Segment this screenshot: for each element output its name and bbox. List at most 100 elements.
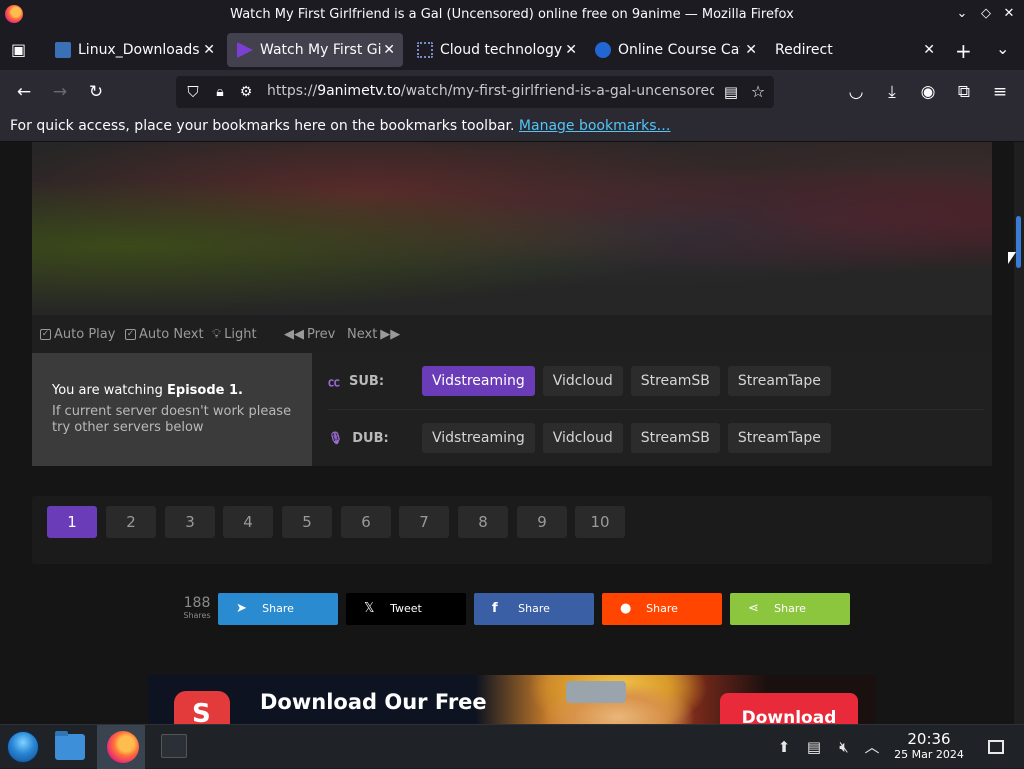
close-tab-icon[interactable]: ✕	[923, 42, 935, 58]
headband-artwork	[566, 681, 626, 703]
close-tab-icon[interactable]: ✕	[203, 42, 215, 58]
dub-server-row: 🎙︎ DUB: Vidstreaming Vidcloud StreamSB St…	[328, 423, 839, 453]
page-scrollbar[interactable]	[1014, 142, 1024, 724]
watching-info: You are watching Episode 1. If current s…	[32, 353, 312, 466]
banner-download-button[interactable]: Download	[720, 693, 858, 724]
pocket-icon[interactable]: ◡	[846, 82, 866, 102]
episode-button[interactable]: 10	[575, 506, 625, 538]
tab-redirect[interactable]: Redirect ✕	[765, 33, 943, 67]
system-clock[interactable]: 20:36 25 Mar 2024	[888, 731, 970, 762]
minimize-button[interactable]: ⌄	[954, 6, 970, 22]
account-icon[interactable]: ◉	[918, 82, 938, 102]
sub-server-vidcloud[interactable]: Vidcloud	[542, 366, 623, 396]
lightbulb-icon: 💡︎	[212, 327, 222, 342]
reddit-share-button[interactable]: ● Share	[602, 593, 722, 625]
scrollbar-thumb[interactable]	[1016, 216, 1021, 268]
tab-linux-downloads[interactable]: Linux_Downloads ✕	[45, 33, 223, 67]
tab-online-course-catalog[interactable]: Online Course Catalog ✕	[585, 33, 765, 67]
fast-forward-icon: ▶▶	[380, 327, 401, 342]
sub-server-vidstreaming[interactable]: Vidstreaming	[422, 366, 535, 396]
tab-strip: ▣ Linux_Downloads ✕ Watch My First Girlf…	[0, 30, 1024, 70]
reload-icon[interactable]: ↻	[86, 82, 106, 102]
update-icon[interactable]: ⬆︎	[774, 737, 794, 757]
file-manager-icon[interactable]	[55, 731, 85, 760]
episode-button[interactable]: 3	[165, 506, 215, 538]
bookmarks-hint: For quick access, place your bookmarks h…	[10, 118, 515, 134]
cloud-favicon	[417, 42, 433, 58]
watching-heading: You are watching Episode 1.	[52, 383, 243, 398]
menu-icon[interactable]: ≡	[990, 82, 1010, 102]
clock-time: 20:36	[907, 730, 951, 748]
facebook-share-button[interactable]: f Share	[474, 593, 594, 625]
dub-server-vidstreaming[interactable]: Vidstreaming	[422, 423, 535, 453]
bookmark-star-icon[interactable]: ☆	[748, 82, 768, 102]
episode-button[interactable]: 1	[47, 506, 97, 538]
manage-bookmarks-link[interactable]: Manage bookmarks…	[519, 118, 671, 134]
show-desktop-icon[interactable]	[988, 740, 1004, 754]
permissions-icon[interactable]: ⚙︎	[236, 82, 256, 102]
generic-share-button[interactable]: ⋖ Share	[730, 593, 850, 625]
episode-button[interactable]: 6	[341, 506, 391, 538]
next-label: Next	[347, 327, 378, 342]
firefox-taskbar-icon[interactable]	[107, 731, 139, 763]
tab-cloud-technology[interactable]: Cloud technology ✕	[407, 33, 585, 67]
maximize-button[interactable]: ◇	[978, 6, 994, 22]
list-all-tabs-button[interactable]: ⌄	[996, 39, 1009, 58]
episode-button[interactable]: 7	[399, 506, 449, 538]
light-toggle[interactable]: 💡︎ Light	[212, 327, 257, 342]
dub-server-streamtape[interactable]: StreamTape	[727, 423, 831, 453]
prev-episode-button[interactable]: ◀◀ Prev	[284, 327, 335, 342]
auto-play-toggle[interactable]: ✓ Auto Play	[40, 327, 115, 342]
dub-server-streamsb[interactable]: StreamSB	[630, 423, 720, 453]
url-bar[interactable]: ⛉ 🔒︎ ⚙︎ https://9animetv.to/watch/my-fir…	[176, 76, 774, 108]
episode-button[interactable]: 8	[458, 506, 508, 538]
9anime-favicon	[237, 42, 253, 58]
checkbox-icon: ✓	[125, 329, 136, 340]
new-tab-button[interactable]: +	[955, 39, 972, 63]
tab-label: Linux_Downloads	[78, 42, 200, 58]
tab-watch[interactable]: Watch My First Girlfriend ✕	[227, 33, 403, 67]
auto-next-toggle[interactable]: ✓ Auto Next	[125, 327, 204, 342]
reader-view-icon[interactable]: ▤	[721, 82, 741, 102]
extensions-icon[interactable]: ⧉	[954, 82, 974, 102]
url-text[interactable]: https://9animetv.to/watch/my-first-girlf…	[267, 83, 714, 99]
volume-muted-icon[interactable]: 🔇︎	[834, 737, 854, 757]
back-arrow-icon[interactable]: ←	[14, 82, 34, 102]
lock-icon[interactable]: 🔒︎	[210, 82, 230, 102]
forward-arrow-icon[interactable]: →	[50, 82, 70, 102]
server-note: If current server doesn't work please tr…	[52, 404, 292, 435]
clipboard-icon[interactable]: ▤	[804, 737, 824, 757]
episode-button[interactable]: 2	[106, 506, 156, 538]
sub-server-row: ㏄ SUB: Vidstreaming Vidcloud StreamSB Str…	[328, 366, 839, 396]
close-tab-icon[interactable]: ✕	[383, 42, 395, 58]
downloads-icon[interactable]: ⤓	[882, 82, 902, 102]
share-count: 188 Shares	[183, 595, 211, 620]
clock-date: 25 Mar 2024	[894, 748, 964, 761]
taskbar: ⬆︎ ▤ 🔇︎ ︿ 20:36 25 Mar 2024	[0, 724, 1024, 769]
navigation-toolbar: ← → ↻ ⛉ 🔒︎ ⚙︎ https://9animetv.to/watch/…	[0, 70, 1024, 114]
ad-banner[interactable]: S Download Our Free Download	[148, 675, 876, 724]
window-title: Watch My First Girlfriend is a Gal (Unce…	[230, 7, 794, 22]
close-tab-icon[interactable]: ✕	[745, 42, 757, 58]
sub-server-streamtape[interactable]: StreamTape	[727, 366, 831, 396]
start-menu-icon[interactable]	[7, 731, 39, 763]
next-episode-button[interactable]: Next ▶▶	[347, 327, 400, 342]
rewind-icon: ◀◀	[284, 327, 304, 342]
close-window-button[interactable]: ✕	[1001, 6, 1017, 22]
firefox-view-icon[interactable]: ▣	[11, 40, 26, 59]
close-tab-icon[interactable]: ✕	[565, 42, 577, 58]
shield-icon[interactable]: ⛉	[183, 82, 203, 102]
x-tweet-button[interactable]: 𝕏 Tweet	[346, 593, 466, 625]
auto-next-label: Auto Next	[139, 327, 204, 342]
episode-button[interactable]: 5	[282, 506, 332, 538]
mixer-app-icon[interactable]	[161, 734, 187, 758]
video-player[interactable]	[32, 142, 992, 315]
episode-button[interactable]: 9	[517, 506, 567, 538]
telegram-share-button[interactable]: ➤ Share	[218, 593, 338, 625]
tray-expand-icon[interactable]: ︿	[862, 737, 882, 757]
dub-server-vidcloud[interactable]: Vidcloud	[542, 423, 623, 453]
episode-button[interactable]: 4	[223, 506, 273, 538]
tab-label: Online Course Catalog	[618, 42, 740, 58]
tab-label: Redirect	[775, 42, 833, 58]
sub-server-streamsb[interactable]: StreamSB	[630, 366, 720, 396]
